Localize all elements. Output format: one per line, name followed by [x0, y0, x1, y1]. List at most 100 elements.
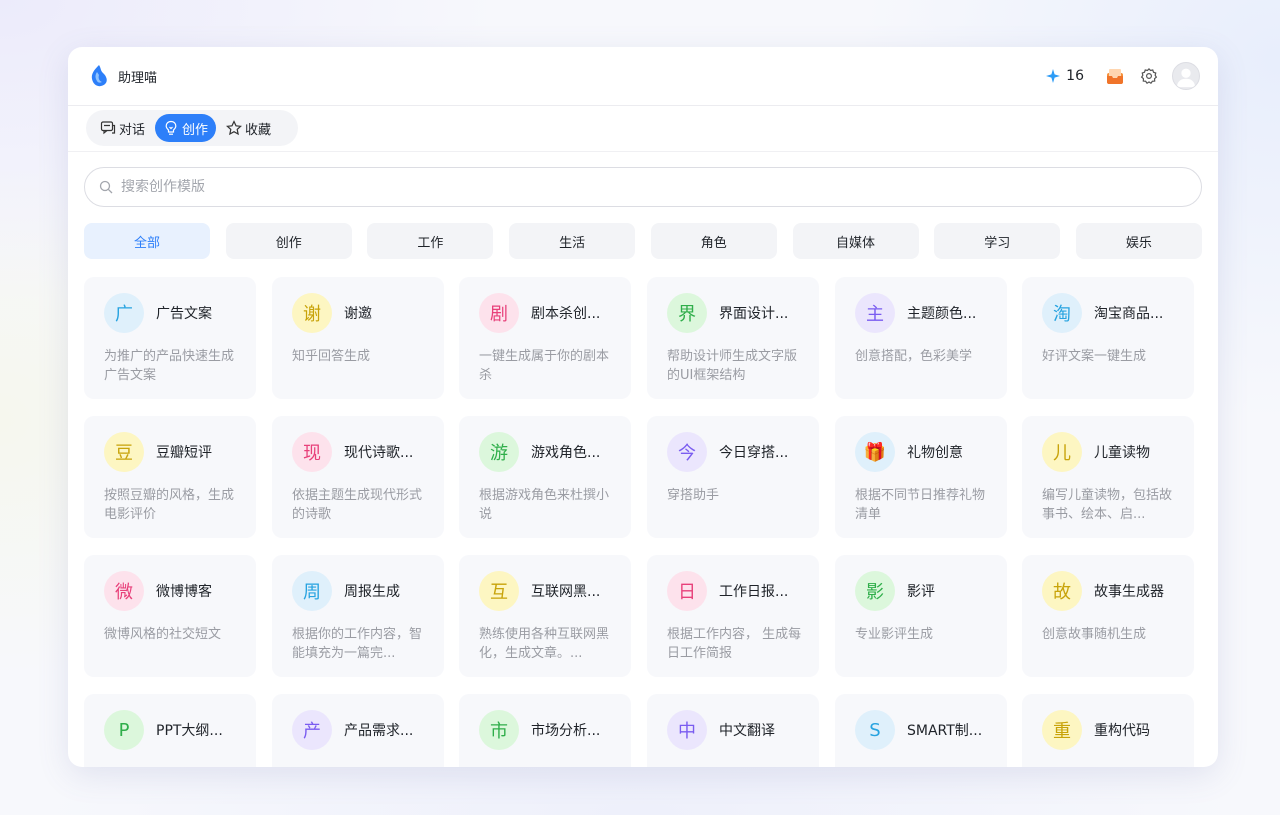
template-title: 现代诗歌... — [344, 445, 414, 461]
template-title: 今日穿搭... — [719, 445, 789, 461]
template-title: 游戏角色... — [531, 445, 601, 461]
template-card[interactable]: 故故事生成器 创意故事随机生成 — [1022, 555, 1194, 677]
template-description: 依据主题生成现代形式的诗歌 — [292, 488, 423, 522]
template-card[interactable]: 现现代诗歌... 依据主题生成现代形式的诗歌 — [272, 416, 444, 538]
template-grid: 广广告文案 为推广的产品快速生成广告文案谢谢邀 知乎回答生成剧剧本杀创... 一键生成… — [84, 277, 1202, 767]
template-title: PPT大纲... — [156, 723, 223, 739]
category-study[interactable]: 学习 — [934, 223, 1061, 259]
bulb-icon — [165, 120, 177, 135]
template-card[interactable]: 今今日穿搭... 穿搭助手 — [647, 416, 819, 538]
inbox-icon[interactable] — [1104, 65, 1126, 87]
template-card-header: 故故事生成器 — [1042, 571, 1164, 611]
template-card[interactable]: 🎁 礼物创意 根据不同节日推荐礼物清单 — [835, 416, 1007, 538]
category-work[interactable]: 工作 — [367, 223, 494, 259]
template-description: 根据你的工作内容，智能填充为一篇完... — [292, 627, 423, 661]
settings-icon[interactable] — [1138, 65, 1160, 87]
category-role[interactable]: 角色 — [650, 223, 777, 259]
template-card[interactable]: P PPT大纲... — [84, 694, 256, 767]
template-description: 熟练使用各种互联网黑化，生成文章。... — [479, 627, 610, 661]
template-description: 穿搭助手 — [667, 488, 720, 503]
template-badge-icon: 中 — [667, 710, 707, 750]
mode-tabbar: 对话 创作 收藏 — [68, 106, 1218, 152]
template-badge-icon: 谢 — [292, 293, 332, 333]
tab-create[interactable]: 创作 — [155, 114, 217, 142]
template-card[interactable]: 市市场分析... — [459, 694, 631, 767]
template-title: 产品需求... — [344, 723, 414, 739]
template-card-header: 主主题颜色... — [855, 293, 976, 333]
template-card[interactable]: 微微博博客 微博风格的社交短文 — [84, 555, 256, 677]
template-card[interactable]: 日工作日报... 根据工作内容， 生成每日工作简报 — [647, 555, 819, 677]
template-title: 儿童读物 — [1094, 445, 1150, 461]
sparkle-icon — [1046, 69, 1061, 83]
template-title: 淘宝商品... — [1094, 306, 1164, 322]
template-title: 礼物创意 — [907, 445, 963, 461]
template-card-header: 市市场分析... — [479, 710, 600, 750]
template-badge-icon: 日 — [667, 571, 707, 611]
template-card[interactable]: 界界面设计... 帮助设计师生成文字版的UI框架结构 — [647, 277, 819, 399]
template-badge-icon: 剧 — [479, 293, 519, 333]
search-icon — [99, 180, 113, 194]
template-description: 知乎回答生成 — [292, 349, 371, 364]
app-window: 助理喵 16 对话 创作 收藏 搜索创作模版 全部 创作 工作 生活 角色 自媒… — [68, 47, 1218, 767]
template-card-header: 中中文翻译 — [667, 710, 775, 750]
template-card-header: 广广告文案 — [104, 293, 212, 333]
template-card-header: 界界面设计... — [667, 293, 788, 333]
template-title: 市场分析... — [531, 723, 601, 739]
template-title: 互联网黑... — [531, 584, 601, 600]
template-card[interactable]: 重重构代码 — [1022, 694, 1194, 767]
template-card-header: 日工作日报... — [667, 571, 788, 611]
template-card[interactable]: 主主题颜色... 创意搭配，色彩美学 — [835, 277, 1007, 399]
template-card[interactable]: 中中文翻译 — [647, 694, 819, 767]
template-card[interactable]: 豆豆瓣短评 按照豆瓣的风格，生成电影评价 — [84, 416, 256, 538]
template-card[interactable]: 影影评 专业影评生成 — [835, 555, 1007, 677]
template-card[interactable]: 儿儿童读物 编写儿童读物，包括故事书、绘本、启... — [1022, 416, 1194, 538]
template-badge-icon: 主 — [855, 293, 895, 333]
category-entertainment[interactable]: 娱乐 — [1075, 223, 1202, 259]
tab-favorites[interactable]: 收藏 — [216, 114, 281, 142]
template-badge-icon: 重 — [1042, 710, 1082, 750]
template-card[interactable]: 淘淘宝商品... 好评文案一键生成 — [1022, 277, 1194, 399]
template-badge-icon: 微 — [104, 571, 144, 611]
template-title: 界面设计... — [719, 306, 789, 322]
template-title: 中文翻译 — [719, 723, 775, 739]
template-card[interactable]: S SMART制... — [835, 694, 1007, 767]
template-title: 工作日报... — [719, 584, 789, 600]
template-card-header: 🎁 礼物创意 — [855, 432, 963, 472]
template-card-header: 谢谢邀 — [292, 293, 372, 333]
credits-display[interactable]: 16 — [1046, 68, 1084, 84]
category-create[interactable]: 创作 — [225, 223, 352, 259]
search-input[interactable] — [121, 179, 1021, 195]
category-all[interactable]: 全部 — [84, 223, 210, 259]
template-badge-icon: 游 — [479, 432, 519, 472]
template-title: 广告文案 — [156, 306, 212, 322]
template-badge-icon: 今 — [667, 432, 707, 472]
template-search[interactable] — [84, 167, 1202, 207]
category-life[interactable]: 生活 — [509, 223, 636, 259]
tab-chat[interactable]: 对话 — [90, 114, 155, 142]
template-card[interactable]: 广广告文案 为推广的产品快速生成广告文案 — [84, 277, 256, 399]
template-card[interactable]: 互互联网黑... 熟练使用各种互联网黑化，生成文章。... — [459, 555, 631, 677]
template-description: 创意搭配，色彩美学 — [855, 349, 973, 364]
user-avatar[interactable] — [1172, 62, 1200, 90]
header: 助理喵 16 — [68, 47, 1218, 106]
template-badge-icon: 市 — [479, 710, 519, 750]
template-card-header: 影影评 — [855, 571, 935, 611]
template-card-header: 微微博博客 — [104, 571, 212, 611]
template-badge-icon: 故 — [1042, 571, 1082, 611]
template-title: 谢邀 — [344, 306, 372, 322]
template-card-header: 剧剧本杀创... — [479, 293, 600, 333]
template-card[interactable]: 周周报生成 根据你的工作内容，智能填充为一篇完... — [272, 555, 444, 677]
category-self-media[interactable]: 自媒体 — [792, 223, 919, 259]
template-card-header: P PPT大纲... — [104, 710, 223, 750]
template-card[interactable]: 产产品需求... — [272, 694, 444, 767]
template-badge-icon: 广 — [104, 293, 144, 333]
tab-create-label: 创作 — [182, 122, 209, 138]
template-card-header: 淘淘宝商品... — [1042, 293, 1163, 333]
template-badge-icon: 互 — [479, 571, 519, 611]
template-card[interactable]: 游游戏角色... 根据游戏角色来杜撰小说 — [459, 416, 631, 538]
template-badge-icon: 🎁 — [855, 432, 895, 472]
template-card[interactable]: 剧剧本杀创... 一键生成属于你的剧本杀 — [459, 277, 631, 399]
template-card-header: 游游戏角色... — [479, 432, 600, 472]
template-card[interactable]: 谢谢邀知乎回答生成 — [272, 277, 444, 399]
template-badge-icon: 淘 — [1042, 293, 1082, 333]
